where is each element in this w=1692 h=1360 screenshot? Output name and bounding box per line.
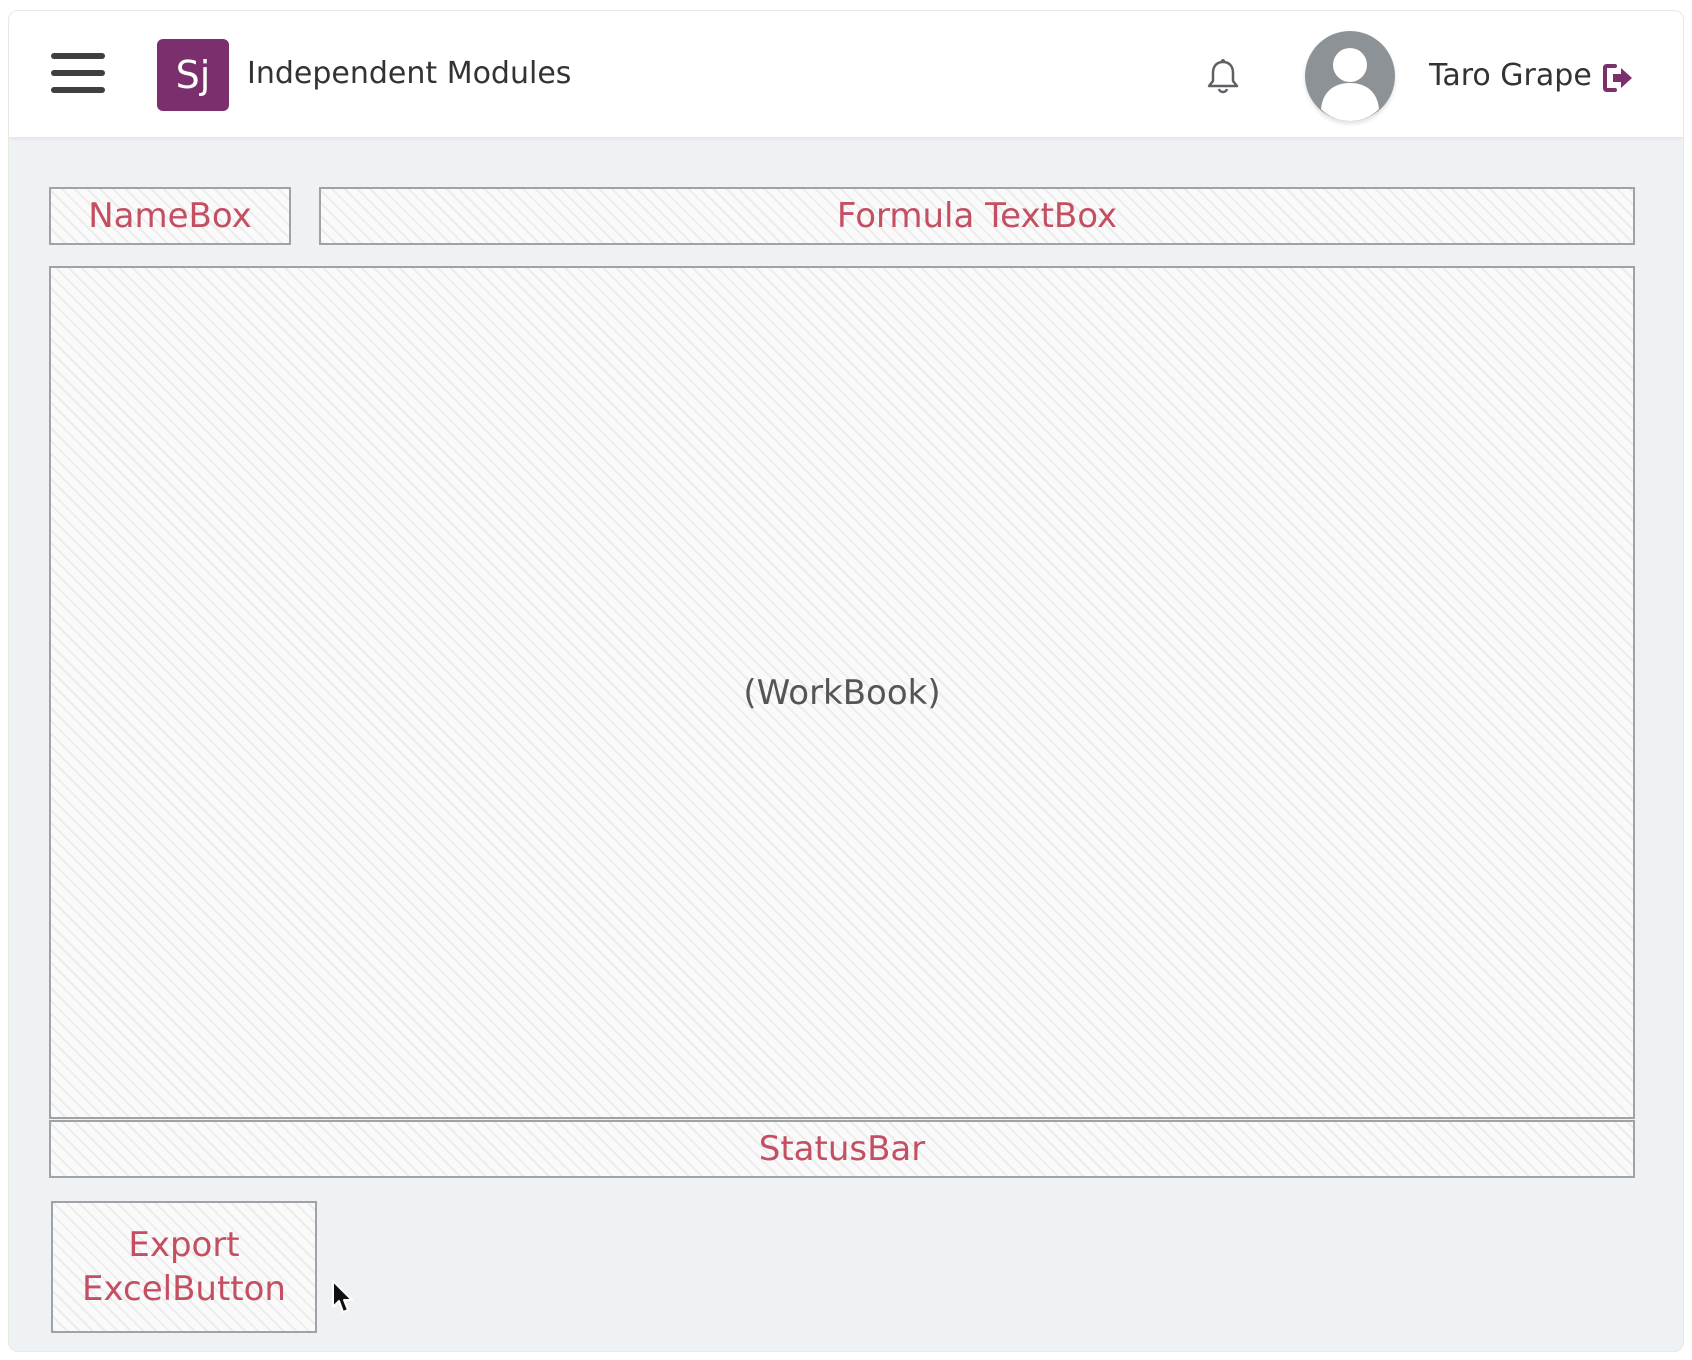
workbook-label: (WorkBook) bbox=[743, 672, 941, 713]
namebox[interactable]: NameBox bbox=[49, 187, 291, 245]
logout-icon[interactable] bbox=[1601, 61, 1635, 95]
app-title: Independent Modules bbox=[247, 56, 572, 91]
app-frame: Sj Independent Modules Taro Grape NameBo… bbox=[8, 10, 1684, 1352]
workbook[interactable]: (WorkBook) bbox=[49, 266, 1635, 1119]
avatar-icon bbox=[1321, 48, 1379, 121]
statusbar-label: StatusBar bbox=[758, 1129, 926, 1169]
export-excel-button[interactable]: Export ExcelButton bbox=[51, 1201, 317, 1333]
user-name[interactable]: Taro Grape bbox=[1429, 53, 1592, 99]
namebox-label: NameBox bbox=[88, 196, 252, 236]
export-excel-button-label: Export ExcelButton bbox=[82, 1225, 286, 1309]
menu-icon[interactable] bbox=[51, 53, 105, 93]
bell-icon[interactable] bbox=[1203, 57, 1243, 97]
mouse-cursor-icon bbox=[332, 1280, 353, 1313]
app-logo: Sj bbox=[157, 39, 229, 111]
formula-textbox-label: Formula TextBox bbox=[836, 196, 1118, 236]
statusbar: StatusBar bbox=[49, 1120, 1635, 1178]
avatar[interactable] bbox=[1305, 31, 1395, 121]
top-header: Sj Independent Modules Taro Grape bbox=[9, 11, 1683, 138]
formula-textbox[interactable]: Formula TextBox bbox=[319, 187, 1635, 245]
